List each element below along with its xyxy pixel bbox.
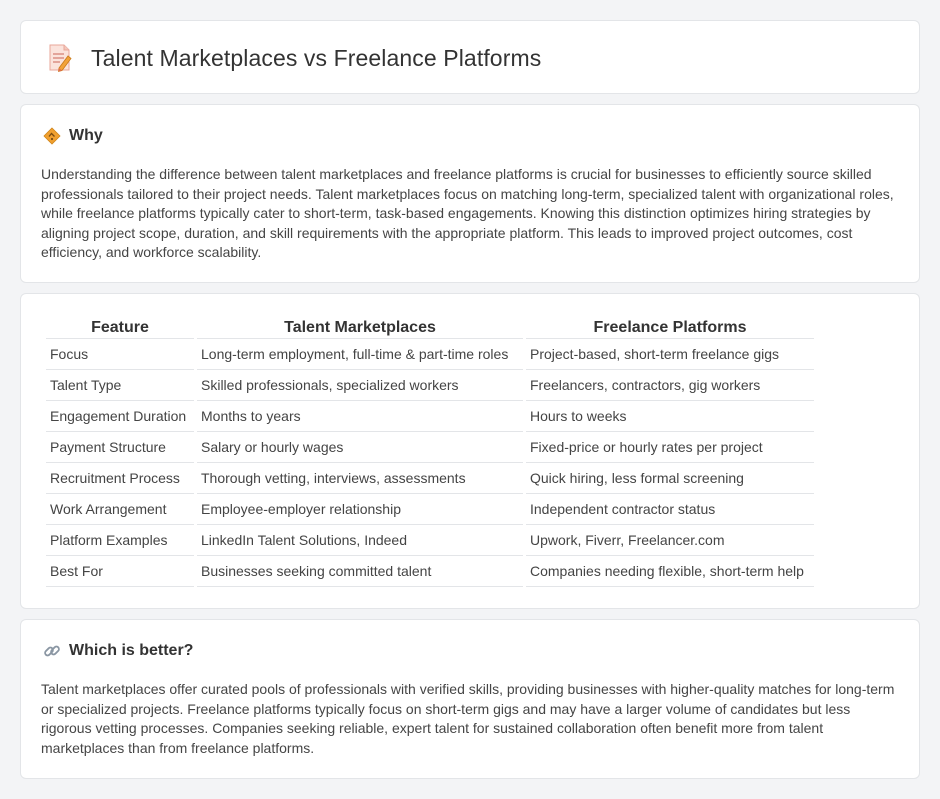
header-talent-marketplaces: Talent Marketplaces	[197, 317, 523, 339]
freelance-cell: Companies needing flexible, short-term h…	[526, 556, 814, 587]
feature-cell: Work Arrangement	[46, 494, 194, 525]
feature-cell: Focus	[46, 339, 194, 370]
feature-cell: Best For	[46, 556, 194, 587]
talent-cell: Months to years	[197, 401, 523, 432]
better-heading: Which is better?	[43, 642, 193, 660]
table-row: Payment Structure Salary or hourly wages…	[46, 432, 814, 463]
better-title: Which is better?	[69, 642, 194, 659]
header-card: Talent Marketplaces vs Freelance Platfor…	[20, 20, 920, 94]
diamond-icon	[43, 127, 61, 145]
title-row: Talent Marketplaces vs Freelance Platfor…	[47, 43, 541, 73]
why-section: Why Understanding the difference between…	[20, 104, 920, 283]
table-row: Work Arrangement Employee-employer relat…	[46, 494, 814, 525]
comparison-card: Feature Talent Marketplaces Freelance Pl…	[20, 293, 920, 609]
freelance-cell: Upwork, Fiverr, Freelancer.com	[526, 525, 814, 556]
feature-cell: Platform Examples	[46, 525, 194, 556]
why-text: Understanding the difference between tal…	[41, 166, 894, 260]
feature-cell: Payment Structure	[46, 432, 194, 463]
talent-cell: Businesses seeking committed talent	[197, 556, 523, 587]
talent-cell: Skilled professionals, specialized worke…	[197, 370, 523, 401]
feature-cell: Talent Type	[46, 370, 194, 401]
freelance-cell: Hours to weeks	[526, 401, 814, 432]
freelance-cell: Project-based, short-term freelance gigs	[526, 339, 814, 370]
which-is-better-section: Which is better? Talent marketplaces off…	[20, 619, 920, 779]
table-row: Platform Examples LinkedIn Talent Soluti…	[46, 525, 814, 556]
table-row: Best For Businesses seeking committed ta…	[46, 556, 814, 587]
header-freelance-platforms: Freelance Platforms	[526, 317, 814, 339]
feature-cell: Engagement Duration	[46, 401, 194, 432]
table-row: Recruitment Process Thorough vetting, in…	[46, 463, 814, 494]
better-text: Talent marketplaces offer curated pools …	[41, 681, 895, 756]
feature-cell: Recruitment Process	[46, 463, 194, 494]
header-feature: Feature	[46, 317, 194, 339]
talent-cell: Long-term employment, full-time & part-t…	[197, 339, 523, 370]
table-row: Focus Long-term employment, full-time & …	[46, 339, 814, 370]
why-heading: Why	[43, 127, 103, 145]
talent-cell: Salary or hourly wages	[197, 432, 523, 463]
freelance-cell: Freelancers, contractors, gig workers	[526, 370, 814, 401]
talent-cell: Employee-employer relationship	[197, 494, 523, 525]
page-title: Talent Marketplaces vs Freelance Platfor…	[91, 44, 542, 71]
why-title: Why	[69, 127, 103, 144]
freelance-cell: Fixed-price or hourly rates per project	[526, 432, 814, 463]
comparison-table: Feature Talent Marketplaces Freelance Pl…	[43, 317, 817, 587]
table-header-row: Feature Talent Marketplaces Freelance Pl…	[46, 317, 814, 339]
talent-cell: Thorough vetting, interviews, assessment…	[197, 463, 523, 494]
document-pencil-icon	[47, 43, 73, 73]
freelance-cell: Quick hiring, less formal screening	[526, 463, 814, 494]
freelance-cell: Independent contractor status	[526, 494, 814, 525]
link-icon	[43, 642, 61, 660]
table-row: Engagement Duration Months to years Hour…	[46, 401, 814, 432]
talent-cell: LinkedIn Talent Solutions, Indeed	[197, 525, 523, 556]
table-row: Talent Type Skilled professionals, speci…	[46, 370, 814, 401]
